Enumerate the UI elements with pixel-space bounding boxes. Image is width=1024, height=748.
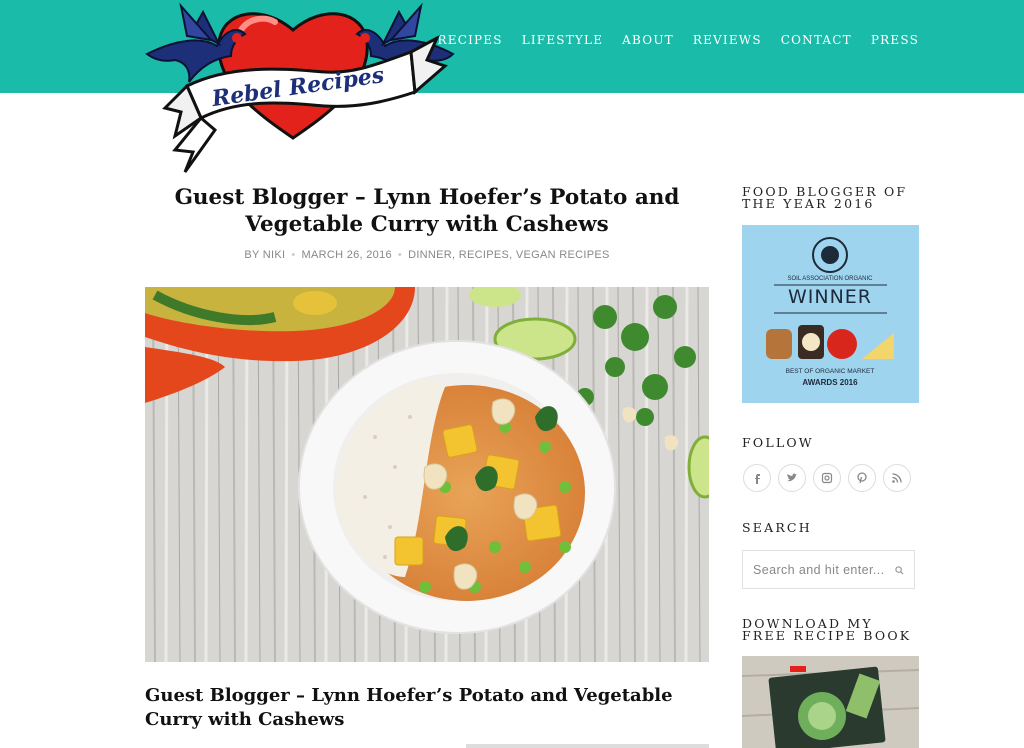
nav-press[interactable]: PRESS [871, 33, 919, 47]
next-image-edge [466, 744, 709, 748]
post-author[interactable]: BY NIKI [244, 249, 285, 261]
nav-contact[interactable]: CONTACT [781, 33, 852, 47]
download-widget-title: DOWNLOAD MY FREE RECIPE BOOK [742, 616, 912, 643]
award-line-2: AWARDS 2016 [802, 378, 858, 387]
search-widget-title: SEARCH [742, 520, 812, 535]
award-widget-title: FOOD BLOGGER OF THE YEAR 2016 [742, 184, 908, 211]
search-input[interactable] [753, 562, 893, 577]
post-category-dinner[interactable]: DINNER [408, 249, 452, 261]
post-title[interactable]: Guest Blogger – Lynn Hoefer’s Potato and… [145, 184, 709, 238]
search-box [742, 550, 915, 589]
post-featured-image[interactable] [145, 287, 709, 662]
meta-separator: • [397, 249, 403, 261]
post-date: MARCH 26, 2016 [301, 249, 392, 261]
recipe-book-graphic [742, 656, 919, 748]
rss-icon[interactable] [883, 464, 911, 492]
post-excerpt-title[interactable]: Guest Blogger – Lynn Hoefer’s Potato and… [145, 684, 709, 732]
nav-about[interactable]: ABOUT [622, 33, 674, 47]
nav-reviews[interactable]: REVIEWS [693, 33, 762, 47]
facebook-icon[interactable] [743, 464, 771, 492]
recipe-book-image[interactable] [742, 656, 919, 748]
social-links [743, 464, 911, 492]
logo-graphic: Rebel Recipes [145, 2, 455, 173]
post-category-recipes[interactable]: RECIPES [459, 249, 509, 261]
curry-bowl-photo [145, 287, 709, 662]
award-line-1: BEST OF ORGANIC MARKET [786, 368, 875, 375]
search-icon[interactable] [895, 560, 904, 579]
post-category-vegan[interactable]: VEGAN RECIPES [516, 249, 610, 261]
twitter-icon[interactable] [778, 464, 806, 492]
award-graphic: SOIL ASSOCIATION ORGANIC WINNER BEST OF … [742, 225, 919, 403]
pinterest-icon[interactable] [848, 464, 876, 492]
award-badge[interactable]: SOIL ASSOCIATION ORGANIC WINNER BEST OF … [742, 225, 919, 403]
instagram-icon[interactable] [813, 464, 841, 492]
main-nav: RECIPES LIFESTYLE ABOUT REVIEWS CONTACT … [419, 33, 919, 47]
nav-lifestyle[interactable]: LIFESTYLE [522, 33, 603, 47]
site-logo[interactable]: Rebel Recipes [145, 0, 457, 178]
meta-separator: • [291, 249, 296, 261]
post-meta: BY NIKI • MARCH 26, 2016 • DINNER, RECIPES, … [244, 249, 610, 261]
follow-widget-title: FOLLOW [742, 435, 814, 450]
award-seal-text: SOIL ASSOCIATION ORGANIC [787, 276, 873, 282]
award-winner-text: WINNER [788, 286, 872, 308]
